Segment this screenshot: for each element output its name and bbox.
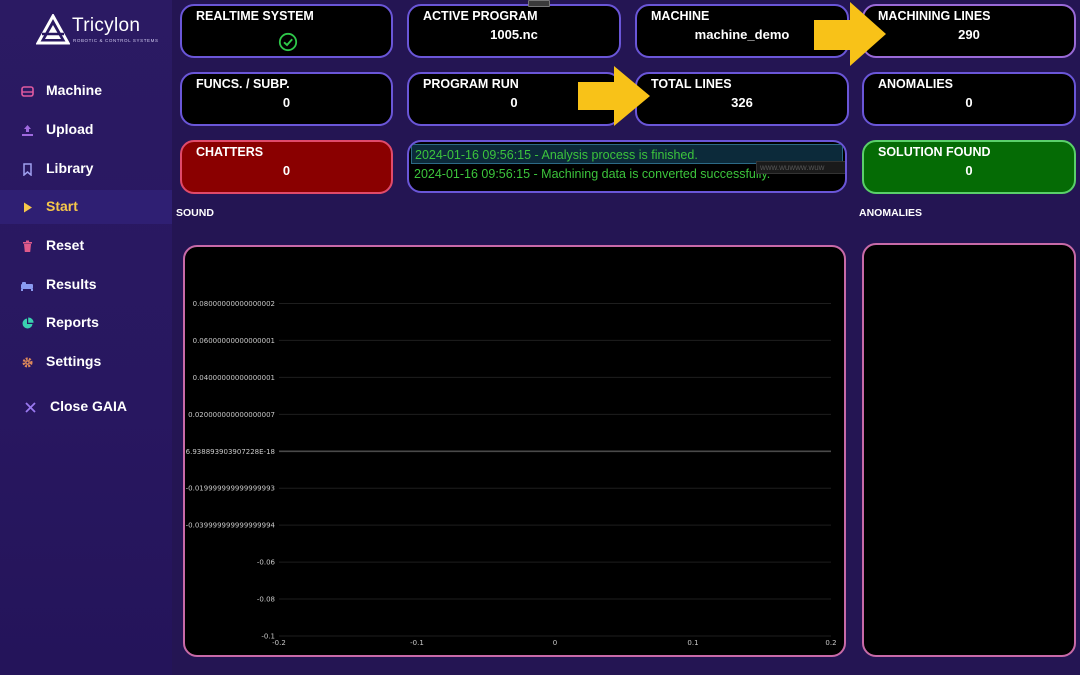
machining-lines-value: 290 — [958, 27, 980, 42]
sidebar-item-label: Results — [46, 276, 97, 292]
total-lines-card: TOTAL LINES 326 — [635, 72, 849, 126]
solution-found-card: SOLUTION FOUND 0 — [862, 140, 1076, 194]
card-title: ACTIVE PROGRAM — [423, 9, 538, 23]
x-tick-label: 0.2 — [825, 639, 836, 647]
sidebar: Tricylon ROBOTIC & CONTROL SYSTEMS Machi… — [0, 0, 172, 675]
machining-lines-card: MACHINING LINES 290 — [862, 4, 1076, 58]
y-tick-label: -0.039999999999999994 — [186, 522, 276, 530]
sidebar-item-label: Upload — [46, 121, 94, 137]
card-title: MACHINE — [651, 9, 710, 23]
trash-icon — [20, 239, 34, 253]
arrow-icon — [814, 2, 886, 66]
total-lines-value: 326 — [731, 95, 753, 110]
sidebar-item-label: Settings — [46, 353, 102, 369]
close-gaia-label: Close GAIA — [50, 398, 128, 414]
funcs-subp-card: FUNCS. / SUBP. 0 — [180, 72, 393, 126]
sidebar-item-label: Machine — [46, 82, 103, 98]
card-title: TOTAL LINES — [651, 77, 732, 91]
sidebar-item-label: Start — [46, 198, 78, 214]
x-tick-label: 0.1 — [687, 639, 698, 647]
y-tick-label: -0.06 — [257, 559, 276, 567]
sidebar-item-results[interactable]: Results — [0, 268, 172, 302]
sidebar-item-settings[interactable]: Settings — [0, 345, 172, 379]
logo-name: Tricylon — [72, 15, 141, 36]
card-title: REALTIME SYSTEM — [196, 9, 314, 23]
sidebar-item-reports[interactable]: Reports — [0, 306, 172, 340]
card-title: PROGRAM RUN — [423, 77, 519, 91]
sound-chart-panel: 0.08000000000000002 0.06000000000000001 0.… — [183, 245, 846, 657]
chatters-card: CHATTERS 0 — [180, 140, 393, 194]
log-panel[interactable]: 2024-01-16 09:56:15 - Analysis process i… — [407, 140, 847, 193]
tricylon-logo-icon — [36, 14, 70, 45]
play-icon — [20, 200, 34, 214]
results-icon — [20, 278, 34, 292]
x-tick-label: -0.2 — [272, 639, 286, 647]
bookmark-icon — [20, 162, 34, 176]
gear-icon — [20, 355, 34, 369]
close-gaia-button[interactable]: Close GAIA — [0, 390, 172, 424]
y-tick-label: 0.020000000000000007 — [188, 411, 275, 419]
chatters-value: 0 — [282, 163, 291, 178]
drag-handle[interactable] — [528, 0, 550, 7]
sidebar-item-upload[interactable]: Upload — [0, 113, 172, 147]
active-program-value: 1005.nc — [490, 27, 538, 42]
card-title: MACHINING LINES — [878, 9, 991, 23]
x-tick-label: 0 — [553, 639, 557, 647]
active-program-card: ACTIVE PROGRAM 1005.nc — [407, 4, 621, 58]
solution-found-value: 0 — [965, 163, 973, 178]
check-circle-icon — [278, 32, 298, 52]
sound-chart: 0.08000000000000002 0.06000000000000001 0.… — [186, 300, 837, 647]
sidebar-item-label: Reset — [46, 237, 85, 253]
sound-section-label: SOUND — [176, 207, 214, 219]
logo: Tricylon ROBOTIC & CONTROL SYSTEMS — [36, 14, 159, 46]
sidebar-item-label: Reports — [46, 314, 99, 330]
sidebar-item-reset[interactable]: Reset — [0, 229, 172, 263]
y-tick-label: 6.938893903907228E-18 — [186, 448, 275, 456]
sidebar-item-library[interactable]: Library — [0, 152, 172, 186]
close-icon — [23, 400, 37, 414]
pie-chart-icon — [20, 316, 34, 330]
sidebar-item-start[interactable]: Start — [0, 190, 172, 224]
y-tick-label: -0.08 — [257, 596, 275, 604]
machine-icon — [20, 84, 34, 98]
anomalies-chart-panel — [862, 243, 1076, 657]
funcs-subp-value: 0 — [282, 95, 291, 110]
card-title: ANOMALIES — [878, 77, 953, 91]
x-tick-label: -0.1 — [410, 639, 424, 647]
sidebar-item-label: Library — [46, 160, 94, 176]
logo-tagline: ROBOTIC & CONTROL SYSTEMS — [73, 38, 159, 43]
y-tick-label: 0.06000000000000001 — [193, 337, 275, 345]
realtime-system-card: REALTIME SYSTEM — [180, 4, 393, 58]
card-title: SOLUTION FOUND — [878, 145, 991, 159]
y-tick-label: 0.08000000000000002 — [193, 300, 275, 308]
upload-icon — [20, 123, 34, 137]
sidebar-item-machine[interactable]: Machine — [0, 74, 172, 108]
anomalies-card: ANOMALIES 0 — [862, 72, 1076, 126]
card-title: FUNCS. / SUBP. — [196, 77, 290, 91]
y-tick-label: 0.04000000000000001 — [193, 374, 275, 382]
y-tick-label: -0.019999999999999993 — [186, 485, 275, 493]
arrow-icon — [578, 66, 650, 126]
card-title: CHATTERS — [196, 145, 264, 159]
anomalies-value: 0 — [965, 95, 973, 110]
log-tooltip: www.wuwww.wuw — [756, 161, 845, 174]
anomalies-section-label: ANOMALIES — [859, 207, 922, 219]
